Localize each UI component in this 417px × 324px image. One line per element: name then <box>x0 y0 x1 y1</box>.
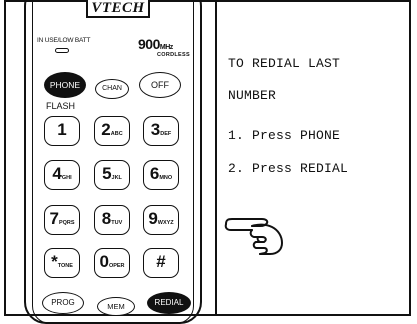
key-digit: 0 <box>99 252 109 271</box>
key-4[interactable]: 4GHI <box>44 160 80 190</box>
status-led-icon <box>55 48 69 53</box>
key-3[interactable]: 3DEF <box>143 116 179 146</box>
key-0[interactable]: 0OPER <box>94 248 130 278</box>
pointing-hand-icon <box>224 218 283 255</box>
instruction-step-2: 2. Press REDIAL <box>228 161 349 176</box>
key-letters: DEF <box>160 131 172 137</box>
frequency-label: 900MHz <box>138 36 173 52</box>
key-letters: OPER <box>108 263 125 269</box>
panel-divider <box>215 0 217 316</box>
key-pound[interactable]: # <box>143 248 179 278</box>
key-letters: TUV <box>111 220 123 226</box>
frequency-unit: MHz <box>159 44 173 51</box>
key-digit: 7 <box>49 209 59 228</box>
key-star[interactable]: *TONE <box>44 248 80 278</box>
redial-button[interactable]: REDIAL <box>147 292 191 314</box>
key-5[interactable]: 5JKL <box>94 160 130 190</box>
key-letters: MNO <box>159 175 173 181</box>
key-letters: JKL <box>111 175 122 181</box>
mem-button[interactable]: MEM <box>97 297 135 316</box>
prog-button[interactable]: PROG <box>42 292 84 314</box>
frequency-value: 900 <box>138 36 160 52</box>
key-letters: ABC <box>110 131 123 137</box>
instruction-step-1: 1. Press PHONE <box>228 128 341 143</box>
key-digit: 2 <box>101 120 111 139</box>
key-digit: 6 <box>149 164 160 183</box>
key-digit: 8 <box>101 209 112 228</box>
brand-logo: VTECH <box>86 0 150 18</box>
key-7[interactable]: 7PQRS <box>44 205 80 235</box>
key-1[interactable]: 1 <box>44 116 80 146</box>
chan-button[interactable]: CHAN <box>95 79 129 99</box>
key-2[interactable]: 2ABC <box>94 116 130 146</box>
instruction-title-line1: TO REDIAL LAST <box>228 56 341 71</box>
key-letters: GHI <box>61 175 72 181</box>
key-6[interactable]: 6MNO <box>143 160 179 190</box>
key-letters: PQRS <box>58 220 75 226</box>
in-use-low-batt-label: IN USE/LOW BATT <box>37 37 91 44</box>
key-9[interactable]: 9WXYZ <box>143 205 179 235</box>
flash-label: FLASH <box>46 101 76 111</box>
key-digit: 1 <box>57 120 67 139</box>
key-letters: TONE <box>57 263 73 269</box>
phone-button[interactable]: PHONE <box>44 72 86 98</box>
cordless-label: CORDLESS <box>157 52 190 58</box>
key-digit: 4 <box>52 164 62 183</box>
key-digit: * <box>51 252 58 271</box>
off-button[interactable]: OFF <box>139 72 181 98</box>
key-digit: 3 <box>150 120 161 139</box>
key-digit: # <box>156 252 166 271</box>
key-8[interactable]: 8TUV <box>94 205 130 235</box>
instruction-title-line2: NUMBER <box>228 88 277 103</box>
key-letters: WXYZ <box>157 220 174 226</box>
key-digit: 5 <box>102 164 112 183</box>
key-digit: 9 <box>148 209 158 228</box>
